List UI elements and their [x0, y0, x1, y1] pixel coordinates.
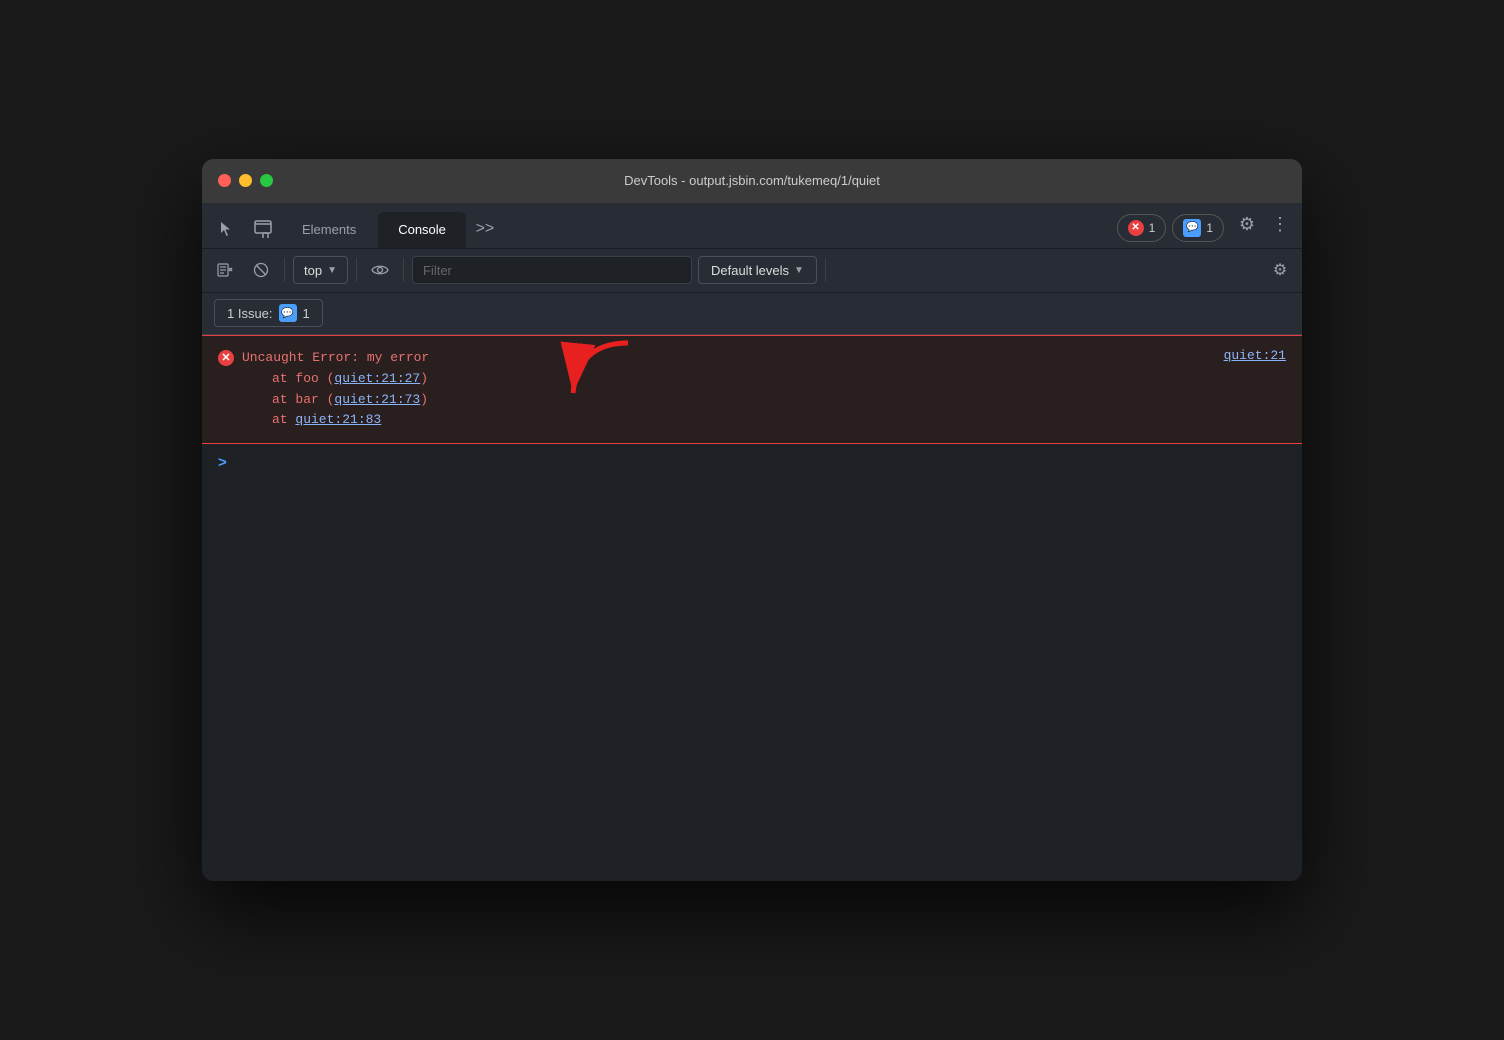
error-location-link[interactable]: quiet:21	[1224, 348, 1286, 363]
device-icon	[253, 220, 273, 238]
error-link-2[interactable]: quiet:21:73	[334, 392, 420, 407]
error-trace-3: at quiet:21:83	[242, 410, 429, 431]
error-content: ✕ Uncaught Error: my error at foo (quiet…	[218, 348, 1204, 431]
device-mode-icon-button[interactable]	[246, 212, 280, 246]
error-row: ✕ Uncaught Error: my error at foo (quiet…	[202, 335, 1302, 444]
issues-button[interactable]: 1 Issue: 💬 1	[214, 299, 323, 327]
console-toolbar: top ▼ Default levels ▼ ⚙	[202, 249, 1302, 293]
clear-icon	[217, 262, 233, 278]
separator-4	[825, 258, 826, 282]
separator-2	[356, 258, 357, 282]
tab-bar: Elements Console >> ✕ 1 💬 1 ⚙ ⋮	[202, 203, 1302, 249]
error-icon: ✕	[1128, 220, 1144, 236]
issues-message-icon: 💬	[279, 304, 297, 322]
tab-elements[interactable]: Elements	[282, 212, 376, 248]
default-levels-button[interactable]: Default levels ▼	[698, 256, 817, 284]
message-badge-button[interactable]: 💬 1	[1172, 214, 1224, 242]
separator-1	[284, 258, 285, 282]
error-trace-1: at foo (quiet:21:27)	[242, 369, 429, 390]
settings-button[interactable]: ⚙	[1230, 208, 1264, 242]
console-output: ✕ Uncaught Error: my error at foo (quiet…	[202, 335, 1302, 881]
levels-dropdown-icon: ▼	[794, 265, 804, 276]
error-trace-2: at bar (quiet:21:73)	[242, 390, 429, 411]
more-options-button[interactable]: ⋮	[1266, 208, 1294, 242]
traffic-lights	[218, 174, 273, 187]
error-main-text: Uncaught Error: my error	[242, 348, 429, 369]
clear-console-button[interactable]	[210, 256, 240, 284]
close-button[interactable]	[218, 174, 231, 187]
console-settings-button[interactable]: ⚙	[1266, 256, 1294, 284]
message-icon: 💬	[1183, 219, 1201, 237]
error-text-block: Uncaught Error: my error at foo (quiet:2…	[242, 348, 429, 431]
issues-bar: 1 Issue: 💬 1	[202, 293, 1302, 335]
error-link-3[interactable]: quiet:21:83	[295, 412, 381, 427]
console-empty-area	[202, 481, 1302, 881]
console-prompt: >	[202, 444, 1302, 481]
eye-icon-button[interactable]	[365, 256, 395, 284]
minimize-button[interactable]	[239, 174, 252, 187]
eye-icon	[371, 263, 389, 277]
title-bar: DevTools - output.jsbin.com/tukemeq/1/qu…	[202, 159, 1302, 203]
context-selector[interactable]: top ▼	[293, 256, 348, 284]
devtools-window: DevTools - output.jsbin.com/tukemeq/1/qu…	[202, 159, 1302, 881]
maximize-button[interactable]	[260, 174, 273, 187]
error-badge-button[interactable]: ✕ 1	[1117, 214, 1167, 242]
prompt-symbol: >	[218, 454, 227, 471]
filter-input[interactable]	[412, 256, 692, 284]
error-icon-badge: ✕	[218, 350, 234, 366]
annotation-arrow	[558, 338, 638, 408]
block-icon	[253, 262, 269, 278]
dropdown-arrow-icon: ▼	[327, 265, 337, 276]
error-link-1[interactable]: quiet:21:27	[334, 371, 420, 386]
block-icon-button[interactable]	[246, 256, 276, 284]
window-title: DevTools - output.jsbin.com/tukemeq/1/qu…	[624, 173, 880, 188]
more-tabs-button[interactable]: >>	[468, 212, 502, 246]
cursor-icon	[217, 219, 237, 239]
inspector-icon-button[interactable]	[210, 212, 244, 246]
tab-console[interactable]: Console	[378, 212, 466, 248]
separator-3	[403, 258, 404, 282]
